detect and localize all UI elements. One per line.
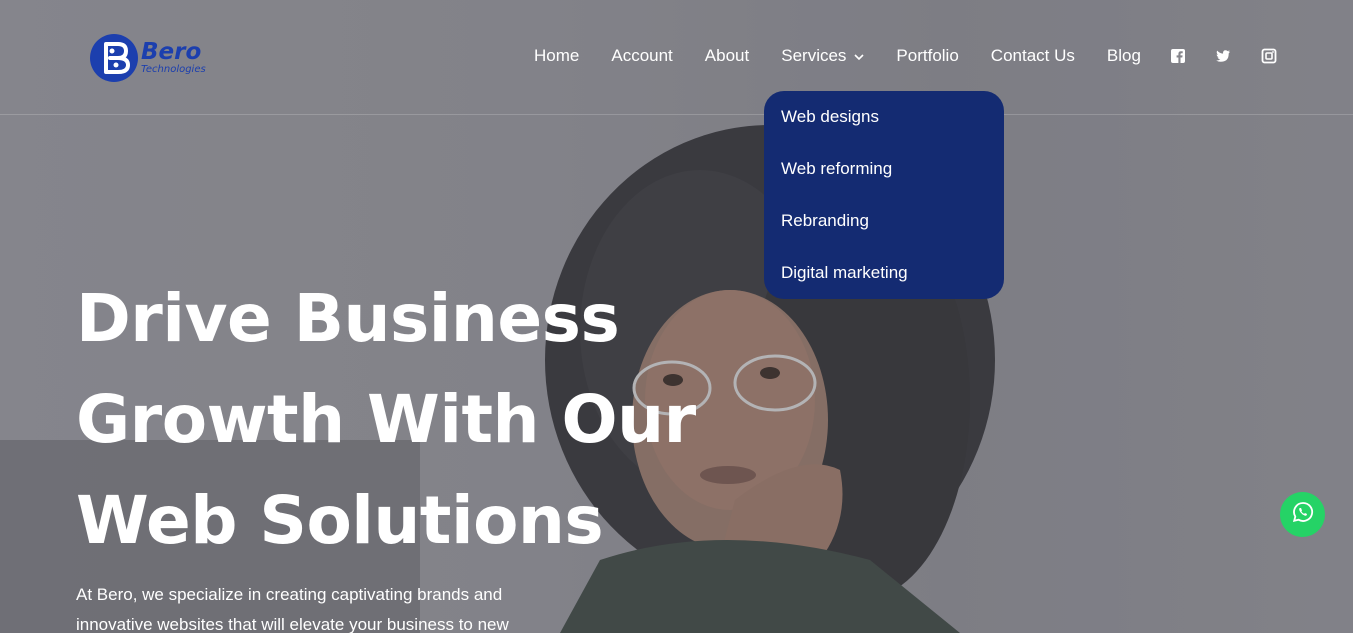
nav-home[interactable]: Home: [534, 46, 579, 66]
nav-about-label: About: [704, 46, 750, 65]
facebook-icon[interactable]: [1170, 48, 1186, 64]
nav-services-label: Services: [781, 46, 847, 65]
hero-description: At Bero, we specialize in creating capti…: [76, 585, 509, 633]
nav-portfolio[interactable]: Portfolio: [896, 46, 958, 66]
nav-account-label: Account: [611, 46, 673, 65]
whatsapp-icon: [1292, 501, 1314, 528]
hero-title-line-2: Growth With Our: [76, 381, 696, 458]
nav-account[interactable]: Account: [611, 46, 672, 66]
nav-home-label: Home: [534, 46, 580, 65]
dropdown-item-web-reforming[interactable]: Web reforming: [764, 157, 1004, 209]
dropdown-item-rebranding[interactable]: Rebranding: [764, 209, 1004, 261]
nav-services[interactable]: Services: [781, 46, 864, 66]
site-header: Bero Technologies Home Account About Ser…: [0, 0, 1353, 115]
brand-subtitle: Technologies: [141, 64, 206, 75]
chevron-down-icon: [854, 46, 864, 66]
nav-contact-us[interactable]: Contact Us: [991, 46, 1075, 66]
nav-blog-label: Blog: [1106, 46, 1141, 65]
services-dropdown: Web designs Web reforming Rebranding Dig…: [764, 91, 1004, 299]
nav-contact-us-label: Contact Us: [990, 46, 1075, 65]
dropdown-item-digital-marketing[interactable]: Digital marketing: [764, 261, 1004, 313]
instagram-icon[interactable]: [1261, 48, 1277, 64]
brand-logo[interactable]: Bero Technologies: [90, 32, 220, 84]
nav-blog[interactable]: Blog: [1107, 46, 1141, 66]
hero-title-line-3: Web Solutions: [76, 482, 604, 559]
whatsapp-button[interactable]: [1280, 492, 1325, 537]
hero-title-line-1: Drive Business: [76, 280, 620, 357]
nav-about[interactable]: About: [705, 46, 749, 66]
twitter-icon[interactable]: [1215, 48, 1231, 64]
dropdown-item-web-designs[interactable]: Web designs: [764, 105, 1004, 157]
brand-name: Bero: [141, 39, 202, 65]
main-nav: Home Account About Services Portfolio Co…: [534, 44, 1173, 68]
logo-mark-icon: [90, 34, 138, 82]
hero-title: Drive Business Growth With Our Web Solut…: [76, 268, 696, 571]
nav-portfolio-label: Portfolio: [896, 46, 959, 65]
